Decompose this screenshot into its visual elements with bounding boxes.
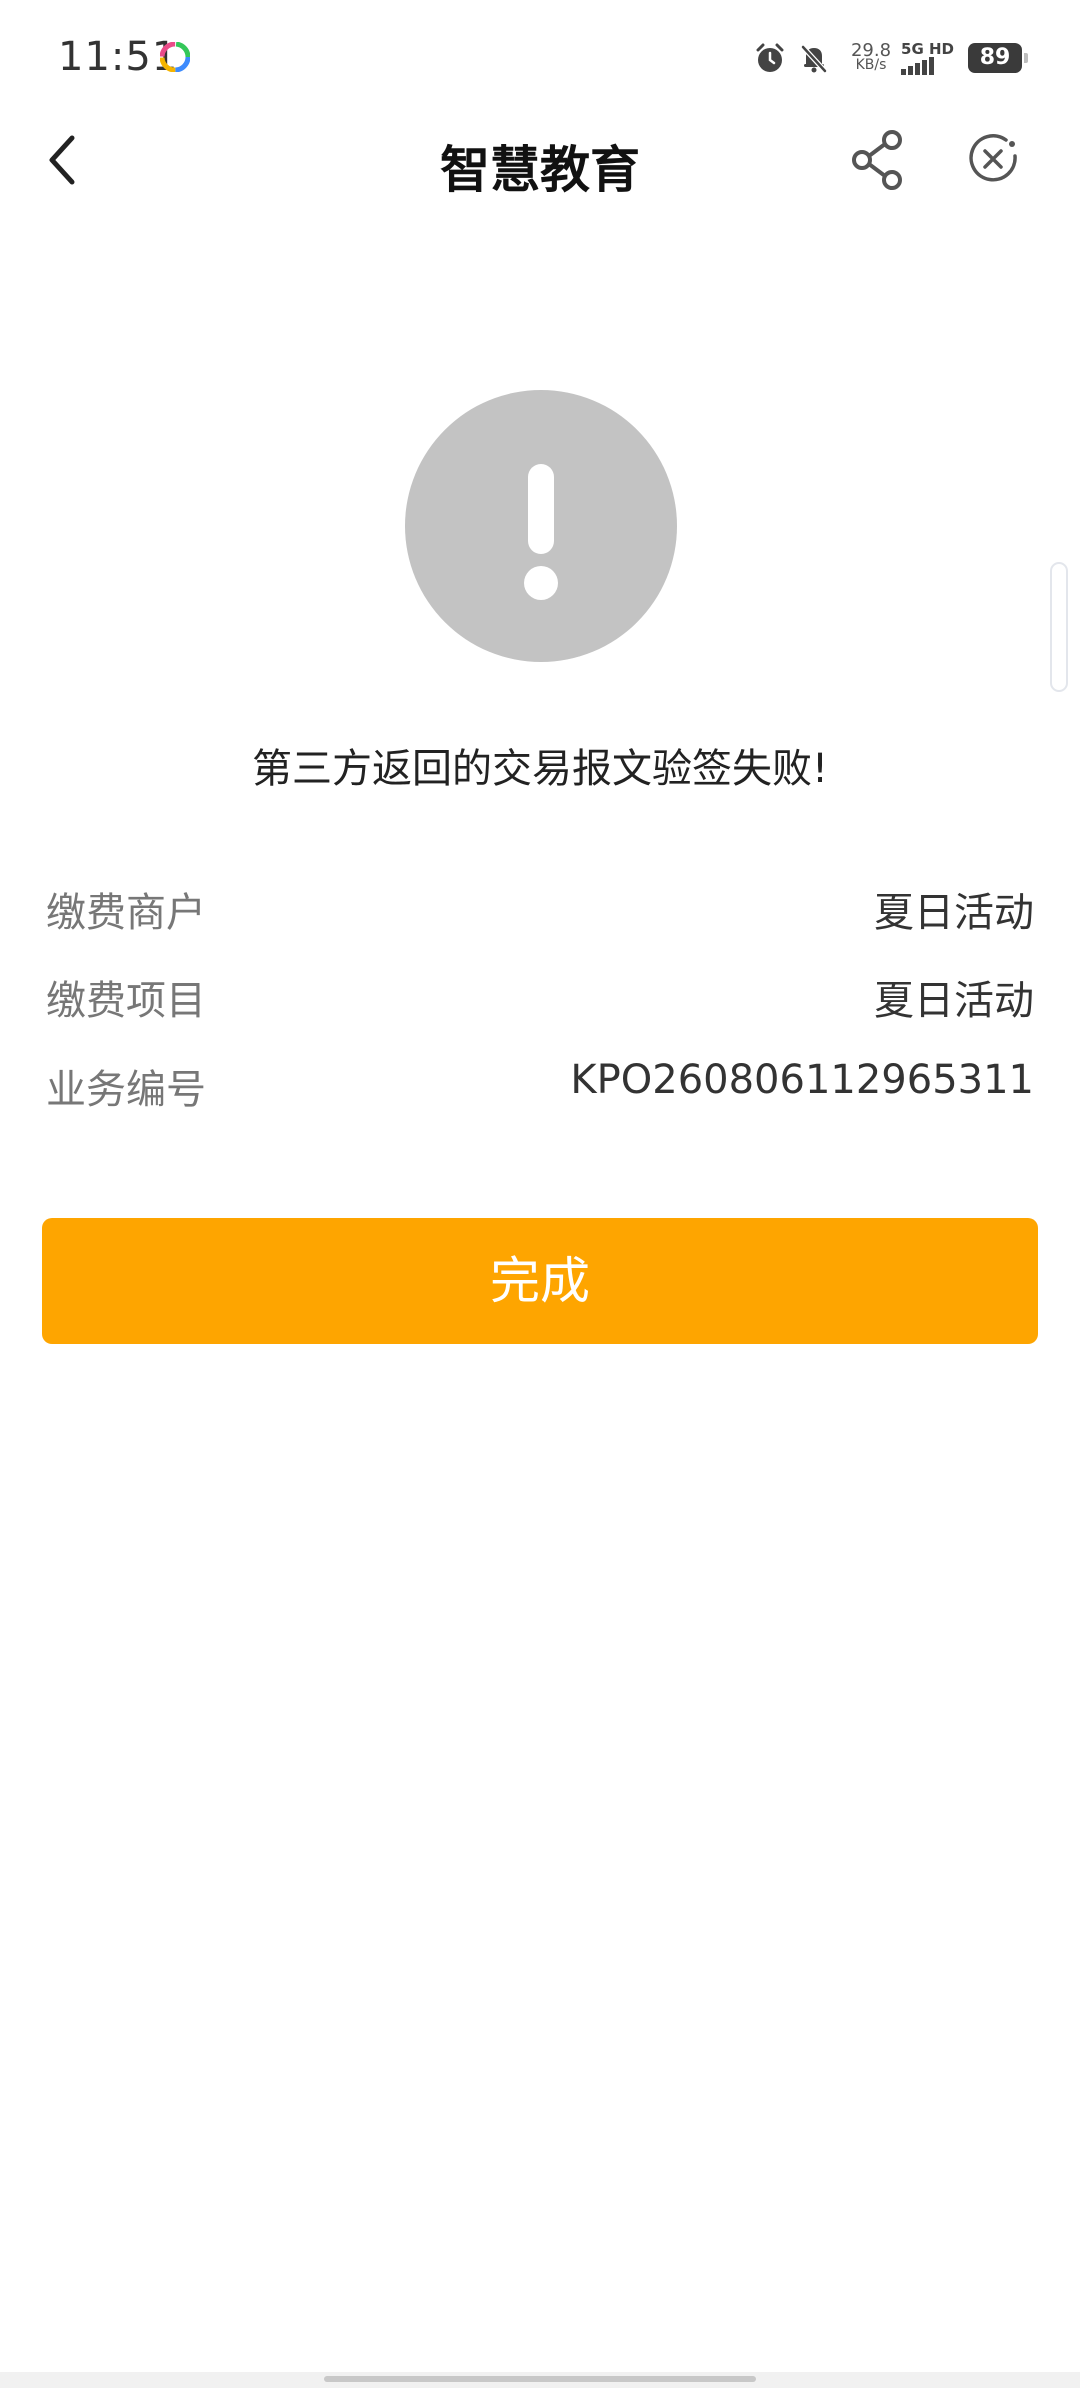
battery-icon: 89 bbox=[968, 43, 1028, 73]
colorful-app-icon bbox=[160, 42, 190, 72]
nav-bar: 智慧教育 bbox=[0, 120, 1080, 200]
detail-value: 夏日活动 bbox=[874, 978, 1034, 1024]
done-button[interactable]: 完成 bbox=[42, 1218, 1038, 1344]
exclamation-icon bbox=[405, 390, 677, 662]
close-circle-icon[interactable] bbox=[966, 132, 1020, 186]
detail-row-business-number: 业务编号 KPO260806112965311 bbox=[46, 1057, 1034, 1117]
exclamation-bar bbox=[528, 464, 554, 554]
page-title: 智慧教育 bbox=[440, 141, 640, 199]
status-bar: 11:51 29.8 KB/s 5G HD 89 bbox=[0, 0, 1080, 120]
detail-value: KPO260806112965311 bbox=[570, 1057, 1034, 1103]
detail-label: 业务编号 bbox=[46, 1067, 206, 1113]
payment-result-screen: 11:51 29.8 KB/s 5G HD 89 智慧教育 第三方返回的交易报文… bbox=[0, 0, 1080, 2388]
error-message: 第三方返回的交易报文验签失败! bbox=[251, 746, 829, 792]
detail-label: 缴费项目 bbox=[46, 978, 206, 1024]
scroll-indicator[interactable] bbox=[1050, 562, 1068, 692]
signal-label: 5G HD bbox=[901, 40, 954, 58]
home-indicator[interactable] bbox=[324, 2376, 756, 2382]
detail-label: 缴费商户 bbox=[46, 890, 206, 936]
status-indicators: 29.8 KB/s 5G HD 89 bbox=[753, 36, 1028, 80]
signal-bars bbox=[901, 57, 936, 75]
muted-bell-icon bbox=[801, 45, 827, 73]
alarm-icon bbox=[756, 43, 784, 72]
network-speed: 29.8 KB/s bbox=[850, 40, 892, 73]
share-icon[interactable] bbox=[848, 126, 908, 194]
network-speed-unit: KB/s bbox=[855, 57, 887, 73]
detail-value: 夏日活动 bbox=[874, 890, 1034, 936]
detail-row-item: 缴费项目 夏日活动 bbox=[46, 968, 1034, 1028]
network-speed-value: 29.8 bbox=[850, 40, 892, 61]
signal-icon: 5G HD bbox=[901, 41, 954, 75]
exclamation-dot bbox=[524, 566, 558, 600]
detail-row-merchant: 缴费商户 夏日活动 bbox=[46, 880, 1034, 940]
